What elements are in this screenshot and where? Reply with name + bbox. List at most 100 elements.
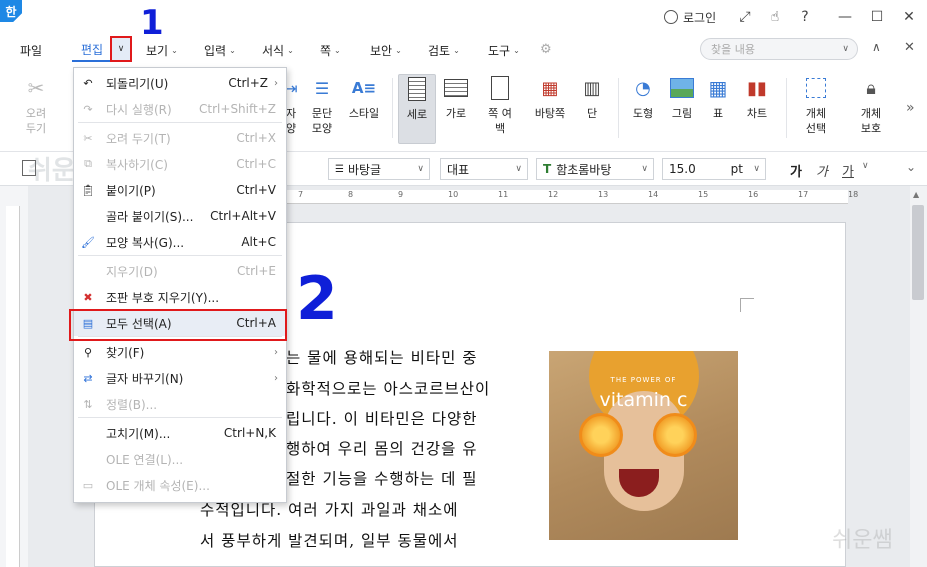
font-size-select[interactable]: 15.0 pt ∨ — [662, 158, 766, 180]
minimize-icon[interactable]: — — [834, 6, 856, 28]
picture-icon — [668, 74, 696, 102]
tab-edit[interactable]: 편집 — [72, 38, 112, 62]
help-icon[interactable]: ? — [794, 6, 816, 28]
blank-icon — [80, 451, 96, 467]
tab-input[interactable]: 입력 ⌄ — [204, 40, 236, 60]
edit-menu-item[interactable]: ⇄ 글자 바꾸기(N) › — [74, 365, 286, 391]
binoculars-icon: ⚲ — [83, 345, 93, 359]
ruler-number: 10 — [448, 190, 459, 199]
menu-item-label: 다시 실행(R) — [106, 102, 172, 117]
format-more-icon[interactable]: ⌄ — [906, 160, 916, 174]
background-page-button[interactable]: ▦ 바탕쪽 — [530, 74, 570, 144]
ruler-number: 11 — [498, 190, 509, 199]
submenu-arrow-icon: › — [274, 77, 278, 89]
vitamin-c-image[interactable]: THE POWER OF vitamin c — [549, 351, 738, 540]
scissors-icon: ✂ — [27, 75, 45, 100]
chart-button[interactable]: ▮▮ 차트 — [740, 74, 774, 144]
collapse-ribbon-icon[interactable]: ∧ — [872, 40, 881, 54]
cut-button[interactable]: ✂ 오려 두기 — [18, 74, 54, 144]
edit-menu-item: ↷ 다시 실행(R) Ctrl+Shift+Z — [74, 96, 286, 122]
scrollbar-thumb[interactable] — [912, 205, 924, 300]
shape-button[interactable]: ◔ 도형 — [626, 74, 660, 144]
tab-format[interactable]: 서식 ⌄ — [262, 40, 294, 60]
login-button[interactable]: 로그인 — [664, 8, 716, 26]
style-select[interactable]: ☰ 바탕글 ∨ — [328, 158, 430, 180]
edit-dropdown-button[interactable]: ∨ — [110, 36, 132, 62]
tab-page[interactable]: 쪽 ⌄ — [320, 40, 341, 60]
image-title: vitamin c — [599, 389, 688, 411]
edit-menu-item[interactable]: 고치기(M)... Ctrl+N,K — [74, 420, 286, 446]
bold-button[interactable]: 가 — [790, 161, 802, 180]
edit-menu-item: ▭ OLE 개체 속성(E)... — [74, 472, 286, 498]
menu-separator — [78, 417, 282, 418]
paragraph-shape-button[interactable]: ☰ 문단 모양 — [306, 74, 338, 144]
close-icon[interactable]: ✕ — [898, 6, 920, 28]
watermark-right: 쉬운쌤 — [832, 527, 893, 552]
tab-review[interactable]: 검토 ⌄ — [428, 40, 460, 60]
edit-menu-item[interactable]: 골라 붙이기(S)... Ctrl+Alt+V — [74, 203, 286, 229]
document-line: 서 풍부하게 발견되며, 일부 동물에서 — [200, 532, 459, 550]
tab-tools[interactable]: 도구 ⌄ — [488, 40, 520, 60]
submenu-arrow-icon: › — [274, 372, 278, 384]
font-select[interactable]: T 함초롬바탕 ∨ — [536, 158, 654, 180]
edit-menu-item[interactable]: ⚲ 찾기(F) › — [74, 339, 286, 365]
edit-menu-item: ⧉ 복사하기(C) Ctrl+C — [74, 151, 286, 177]
menu-item-shortcut: Ctrl+X — [236, 131, 276, 145]
columns-button[interactable]: ▥ 단 — [578, 74, 606, 144]
shape-icon: ◔ — [635, 77, 651, 99]
object-select-button[interactable]: 개체 선택 — [796, 74, 836, 144]
tab-view[interactable]: 보기 ⌄ — [146, 40, 178, 60]
tab-file[interactable]: 파일 — [20, 40, 42, 60]
italic-button[interactable]: 가 — [816, 161, 828, 180]
scroll-up-icon[interactable]: ▲ — [913, 190, 919, 199]
page-portrait-icon — [403, 75, 431, 103]
annotation-highlight-box — [69, 309, 287, 341]
language-select[interactable]: 대표 ∨ — [440, 158, 528, 180]
page-landscape-icon — [442, 74, 470, 102]
menu-item-shortcut: Ctrl+N,K — [223, 426, 276, 440]
menu-item-label: 글자 바꾸기(N) — [106, 371, 184, 386]
picture-button[interactable]: 그림 — [666, 74, 698, 144]
menu-item-label: 복사하기(C) — [106, 157, 168, 172]
edit-menu-item[interactable]: 📋︎ 붙이기(P) Ctrl+V — [74, 177, 286, 203]
replace-icon: ⇄ — [83, 371, 93, 385]
page-margin-button[interactable]: 쪽 여백 — [482, 74, 518, 144]
edit-menu-item[interactable]: ↶ 되돌리기(U) Ctrl+Z › — [74, 70, 286, 96]
login-label: 로그인 — [683, 10, 717, 25]
ribbon-more-icon[interactable]: » — [906, 100, 915, 116]
menu-item-label: OLE 개체 속성(E)... — [106, 478, 210, 493]
maximize-icon[interactable]: ☐ — [866, 6, 888, 28]
user-circle-icon — [664, 10, 678, 24]
expand-icon[interactable]: ⤢ — [734, 6, 756, 28]
style-icon: A≡ — [351, 78, 377, 97]
search-input[interactable]: 찾을 내용 ∨ — [700, 38, 858, 60]
ruler-number: 16 — [748, 190, 759, 199]
tab-security[interactable]: 보안 ⌄ — [370, 40, 402, 60]
background-page-icon: ▦ — [541, 77, 559, 99]
close-doc-icon[interactable]: ✕ — [904, 40, 915, 55]
hand-icon[interactable]: ☝ — [764, 6, 786, 28]
paste-icon: 📋︎ — [81, 183, 95, 197]
landscape-button[interactable]: 가로 — [440, 74, 472, 144]
menu-item-shortcut: Ctrl+Alt+V — [210, 209, 276, 223]
share-icon[interactable]: ⚙ — [540, 42, 552, 57]
menu-item-label: 골라 붙이기(S)... — [106, 209, 194, 224]
style-button[interactable]: A≡ 스타일 — [344, 74, 384, 144]
edit-menu-item[interactable]: 🖌︎ 모양 복사(G)... Alt+C — [74, 229, 286, 255]
underline-button[interactable]: 가 — [842, 161, 854, 180]
chevron-down-icon[interactable]: ∨ — [862, 161, 869, 171]
edit-menu-item: ✂ 오려 두기(T) Ctrl+X — [74, 125, 286, 151]
columns-icon: ▥ — [583, 77, 601, 99]
ruler-number: 17 — [798, 190, 809, 199]
copy-icon: ⧉ — [84, 157, 92, 170]
submenu-arrow-icon: › — [274, 346, 278, 358]
sort-icon: ⇅ — [83, 397, 93, 411]
object-protect-button[interactable]: 🔒︎ 개체 보호 — [852, 74, 890, 144]
table-button[interactable]: ▦ 표 — [704, 74, 732, 144]
ruler-number: 13 — [598, 190, 609, 199]
portrait-button[interactable]: 세로 — [398, 74, 436, 144]
edit-menu-item[interactable]: ✖ 조판 부호 지우기(Y)... — [74, 284, 286, 310]
menu-item-label: 붙이기(P) — [106, 183, 156, 198]
ruler-number: 14 — [648, 190, 659, 199]
menu-item-shortcut: Alt+C — [241, 235, 276, 249]
